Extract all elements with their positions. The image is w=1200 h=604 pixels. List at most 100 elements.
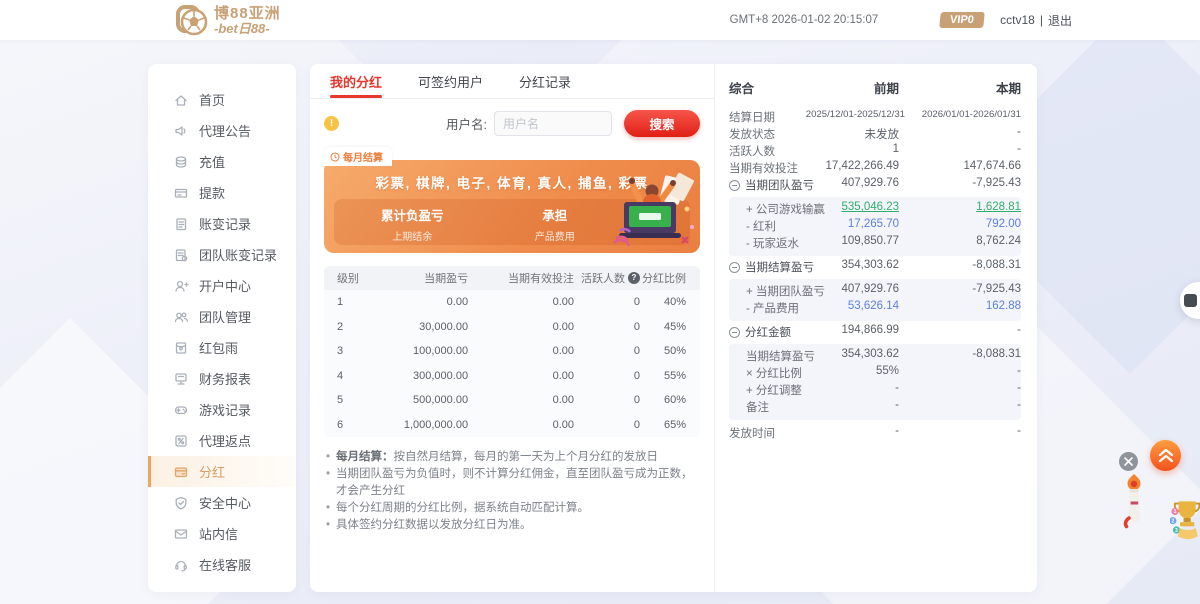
account-icon <box>175 280 189 292</box>
summary-row-bonus: - 红利 17,265.70 792.00 <box>746 218 1021 233</box>
table-header-row: 级别 当期盈亏 当期有效投注 活跃人数 ? 分红比例 <box>324 266 700 290</box>
sidebar-item-withdraw[interactable]: 提款 <box>148 177 296 208</box>
sidebar-item-agent-rebate[interactable]: 代理返点 <box>148 425 296 456</box>
sidebar-item-transaction-records[interactable]: 账变记录 <box>148 208 296 239</box>
summary-group-team-pl: 当期团队盈亏 407,929.76 -7,925.43 <box>729 177 1021 194</box>
username-label: 用户名: <box>446 118 487 132</box>
sidebar-item-team-management[interactable]: 团队管理 <box>148 301 296 332</box>
sidebar-item-home[interactable]: 首页 <box>148 84 296 115</box>
sidebar-item-team-transaction-records[interactable]: 团队账变记录 <box>148 239 296 270</box>
site-logo[interactable]: 博88亚洲 -bet日88- <box>174 3 281 39</box>
tab-my-dividend[interactable]: 我的分红 <box>330 64 382 98</box>
records-icon <box>176 217 187 230</box>
collapse-icon[interactable] <box>729 261 740 273</box>
trophy-decoration: 1 2 3 <box>1170 501 1200 540</box>
sidebar-item-label: 充值 <box>199 155 226 170</box>
summary-row-payout-status: 发放状态 未发放 - <box>729 126 1021 141</box>
username: cctv18 <box>1000 13 1035 27</box>
logout-link[interactable]: 退出 <box>1048 12 1072 29</box>
announcement-icon <box>175 125 186 136</box>
clock-icon <box>330 152 340 161</box>
sidebar-item-agent-announcement[interactable]: 代理公告 <box>148 115 296 146</box>
soccer-ball-icon <box>176 5 208 36</box>
vip-badge: VIP0 <box>939 12 986 28</box>
table-row: 3 100,000.00 0.00 0 50% <box>337 345 686 358</box>
sidebar-item-label: 首页 <box>199 93 226 108</box>
report-icon <box>175 372 187 385</box>
warning-icon[interactable]: ! <box>324 116 339 131</box>
torch-mascot-decoration <box>1123 474 1141 529</box>
banner-col1-title: 累计负盈亏 <box>381 209 444 223</box>
company-win-cur-link[interactable]: 1,628.81 <box>976 201 1021 213</box>
main-content-card: 我的分红 可签约用户 分红记录 ! 用户名: 搜索 每月结算 彩票, 棋牌, 电… <box>310 64 1037 592</box>
banner-illustration <box>613 172 694 247</box>
col-valid-bets: 当期有效投注 <box>508 273 574 285</box>
sidebar-item-label: 团队账变记录 <box>199 248 278 263</box>
col-level: 级别 <box>337 273 359 285</box>
summary-sub-box: 当期结算盈亏 354,303.62 -8,088.31 × 分红比例 55% -… <box>729 344 1021 420</box>
summary-row-dividend-ratio: × 分红比例 55% - <box>746 365 1021 380</box>
company-win-prev-link[interactable]: 535,046.23 <box>841 201 899 213</box>
summary-group-dividend-amount: 分红金额 194,866.99 - <box>729 324 1021 341</box>
side-float-widget[interactable] <box>1180 282 1200 319</box>
summary-row-remark: 备注 - - <box>746 399 1021 414</box>
sidebar-item-label: 代理公告 <box>199 124 252 139</box>
server-time: GMT+8 2026-01-02 20:15:07 <box>729 14 879 26</box>
team-icon <box>174 312 188 322</box>
summary-row-company-win: + 公司游戏输赢 535,046.23 1,628.81 <box>746 201 1021 216</box>
close-icon <box>1124 457 1133 466</box>
sidebar-item-label: 财务报表 <box>199 372 252 387</box>
search-button[interactable]: 搜索 <box>624 110 700 137</box>
banner-tag: 每月结算 <box>324 147 392 166</box>
sidebar: 首页 代理公告 充值 提款 账变记录 团队账变记录 开户中心 团队管理 红包雨 … <box>148 64 296 592</box>
table-row: 2 30,000.00 0.00 0 45% <box>337 320 686 333</box>
summary-row-team-pl2: + 当期团队盈亏 407,929.76 -7,925.43 <box>746 283 1021 298</box>
close-promo-button[interactable] <box>1119 452 1138 471</box>
sidebar-item-security-center[interactable]: 安全中心 <box>148 487 296 518</box>
sidebar-item-deposit[interactable]: 充值 <box>148 146 296 177</box>
sidebar-item-dividend[interactable]: 分红 <box>148 456 296 487</box>
home-icon <box>175 94 187 106</box>
sidebar-item-inbox[interactable]: 站内信 <box>148 518 296 549</box>
note-item: • 具体签约分红数据以发放分红日为准。 <box>326 519 532 531</box>
deposit-icon <box>175 155 187 168</box>
banner-col2-sub: 产品费用 <box>534 232 575 243</box>
back-to-top-button[interactable] <box>1150 440 1181 471</box>
sidebar-item-finance-report[interactable]: 财务报表 <box>148 363 296 394</box>
summary-row-active-users: 活跃人数 1 - <box>729 143 1021 158</box>
tab-dividend-records[interactable]: 分红记录 <box>519 64 571 98</box>
sidebar-item-label: 安全中心 <box>199 496 252 511</box>
headset-icon <box>175 560 187 571</box>
svg-text:3: 3 <box>1175 528 1178 534</box>
collapse-icon[interactable] <box>729 326 740 338</box>
divider: | <box>1039 13 1043 27</box>
tab-signable-users[interactable]: 可签约用户 <box>418 64 483 98</box>
notes-list: • 每月结算：按自然月结算，每月的第一天为上个月分红的发放日 • 当期团队盈亏为负值… <box>326 449 698 534</box>
sidebar-item-label: 开户中心 <box>199 279 252 294</box>
note-item: • 每月结算：按自然月结算，每月的第一天为上个月分红的发放日 <box>326 451 659 463</box>
svg-text:1: 1 <box>1174 509 1177 515</box>
username-input[interactable] <box>494 111 612 136</box>
banner-col2-title: 承担 <box>542 209 568 223</box>
note-item: • 当期团队盈亏为负值时，则不计算分红佣金，直至团队盈亏成为正数，才会产生分红 <box>326 468 693 497</box>
summary-panel: 综合 前期 本期 结算日期 2025/12/01-2025/12/31 2026… <box>714 64 1037 592</box>
monthly-settlement-banner: 每月结算 彩票, 棋牌, 电子, 体育, 真人, 捕鱼, 彩票 累计负盈亏 上期… <box>324 147 700 253</box>
summary-sub-box: + 当期团队盈亏 407,929.76 -7,925.43 - 产品费用 53,… <box>729 279 1021 321</box>
shield-icon <box>175 496 187 509</box>
sidebar-item-label: 分红 <box>199 465 226 480</box>
sidebar-item-game-records[interactable]: 游戏记录 <box>148 394 296 425</box>
col-period-pl: 当期盈亏 <box>424 273 469 285</box>
sidebar-item-label: 账变记录 <box>199 217 252 232</box>
table-row: 6 1,000,000.00 0.00 0 65% <box>337 418 686 431</box>
summary-row-payout-time: 发放时间 - - <box>729 425 1021 440</box>
sidebar-item-online-service[interactable]: 在线客服 <box>148 549 296 580</box>
sidebar-item-red-packet-rain[interactable]: 红包雨 <box>148 332 296 363</box>
double-chevron-up-icon <box>1158 448 1173 462</box>
logo-text: 博88亚洲 -bet日88- <box>214 5 281 37</box>
help-icon[interactable]: ? <box>628 272 640 284</box>
widget-icon <box>1184 294 1197 307</box>
summary-row-valid-bets: 当期有效投注 17,422,266.49 147,674.66 <box>729 160 1021 175</box>
collapse-icon[interactable] <box>729 179 740 191</box>
summary-row-settle-pl3: 当期结算盈亏 354,303.62 -8,088.31 <box>746 348 1021 363</box>
sidebar-item-account-center[interactable]: 开户中心 <box>148 270 296 301</box>
